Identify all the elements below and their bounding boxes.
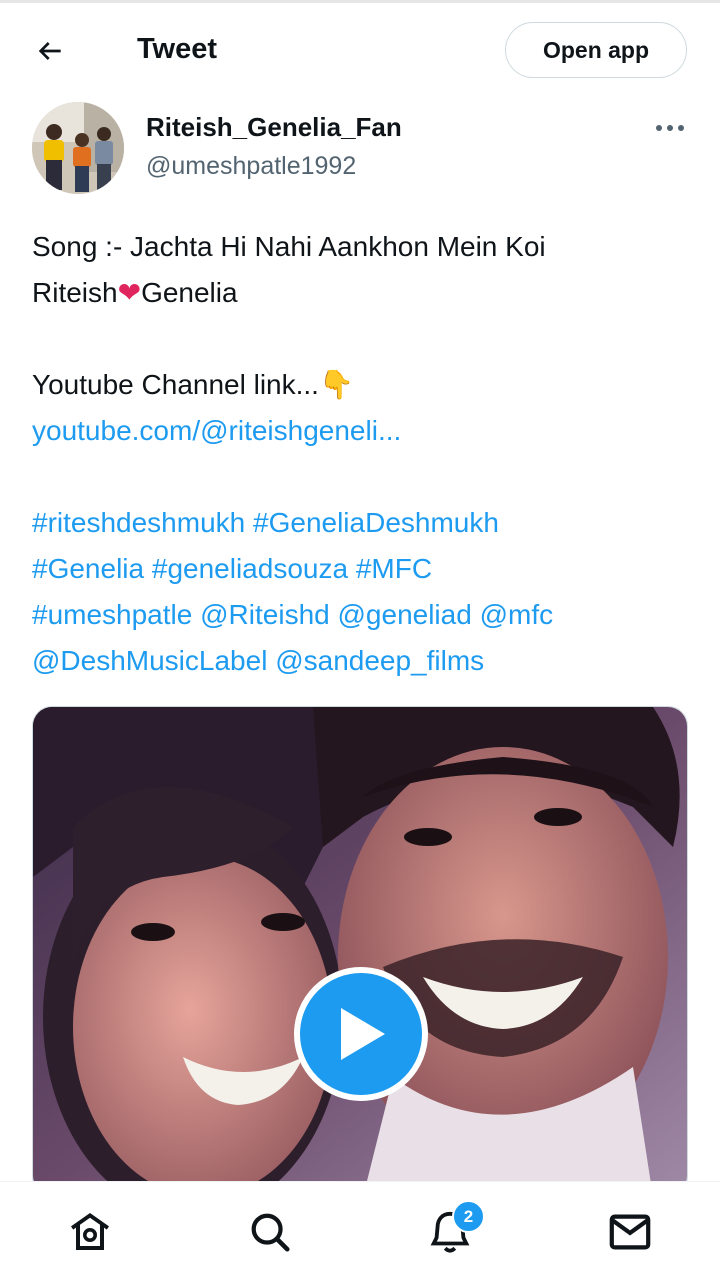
hashtag-link[interactable]: #Genelia — [32, 553, 144, 584]
mention-link[interactable]: @Riteishd — [200, 599, 330, 630]
play-button[interactable] — [294, 967, 428, 1101]
author-display-name[interactable]: Riteish_Genelia_Fan — [146, 110, 402, 144]
hashtag-link[interactable]: #geneliadsouza — [152, 553, 348, 584]
tweet-word: Riteish — [32, 277, 118, 308]
notification-count-badge: 2 — [452, 1200, 485, 1233]
mention-link[interactable]: @DeshMusicLabel — [32, 645, 267, 676]
video-preview-image — [33, 707, 687, 1195]
nav-home[interactable] — [62, 1204, 118, 1260]
tweet-text: Song :- Jachta Hi Nahi Aankhon Mein Koi … — [32, 224, 692, 684]
tweet-line: Riteish❤Genelia — [32, 270, 692, 316]
more-horizontal-icon — [656, 125, 684, 131]
tweet-line: #umeshpatle @Riteishd @geneliad @mfc — [32, 592, 692, 638]
avatar-image — [32, 102, 124, 194]
mention-link[interactable]: @geneliad — [338, 599, 472, 630]
tweet-line: #Genelia #geneliadsouza #MFC — [32, 546, 692, 592]
more-options-button[interactable] — [648, 108, 692, 148]
hashtag-link[interactable]: #umeshpatle — [32, 599, 192, 630]
heart-emoji: ❤ — [117, 277, 142, 308]
avatar[interactable] — [32, 102, 124, 194]
tweet-line: Song :- Jachta Hi Nahi Aankhon Mein Koi — [32, 231, 546, 262]
header: Tweet Open app — [0, 3, 720, 95]
tweet-line: Youtube Channel link...👇 — [32, 362, 692, 408]
mention-link[interactable]: @mfc — [480, 599, 554, 630]
search-icon — [251, 1213, 290, 1252]
youtube-link[interactable]: youtube.com/@riteishgeneli... — [32, 415, 401, 446]
page-title: Tweet — [137, 33, 218, 65]
pointing-down-emoji: 👇 — [318, 369, 354, 400]
tweet-line: @DeshMusicLabel @sandeep_films — [32, 638, 692, 684]
nav-messages[interactable] — [602, 1204, 658, 1260]
tweet-line: #riteshdeshmukh #GeneliaDeshmukh — [32, 500, 692, 546]
hashtag-link[interactable]: #GeneliaDeshmukh — [253, 507, 499, 538]
tweet-word: Youtube Channel link... — [32, 369, 319, 400]
open-app-button[interactable]: Open app — [505, 22, 687, 78]
tweet-line: youtube.com/@riteishgeneli... — [32, 408, 692, 454]
play-icon — [341, 1008, 385, 1060]
hashtag-link[interactable]: #riteshdeshmukh — [32, 507, 245, 538]
arrow-left-icon — [38, 42, 61, 60]
author-handle[interactable]: @umeshpatle1992 — [146, 149, 356, 183]
tweet-word: Genelia — [141, 277, 238, 308]
video-thumbnail[interactable] — [32, 706, 688, 1196]
messages-icon — [609, 1214, 651, 1250]
nav-search[interactable] — [242, 1204, 298, 1260]
bottom-navigation: 2 — [0, 1181, 720, 1281]
home-icon — [71, 1213, 109, 1250]
mention-link[interactable]: @sandeep_films — [275, 645, 484, 676]
back-button[interactable] — [26, 27, 74, 75]
hashtag-link[interactable]: #MFC — [356, 553, 432, 584]
